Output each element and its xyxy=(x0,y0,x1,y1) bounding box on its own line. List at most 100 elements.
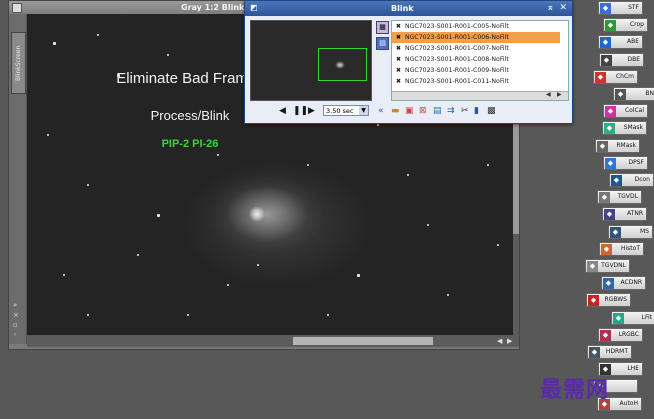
star xyxy=(377,124,379,126)
process-icon-dpsf[interactable]: ◆ DPSF xyxy=(603,155,648,170)
list-scroll-left-icon[interactable]: ◀ xyxy=(546,91,551,98)
process-icon-label: ACDNR xyxy=(620,279,642,287)
histogram-icon[interactable]: ▦ xyxy=(376,21,389,34)
process-icon-stf[interactable]: ◆ STF xyxy=(598,1,643,15)
process-icon-label: DPSF xyxy=(628,158,645,166)
file-list-row[interactable]: ✖ NGC7023-S001-R001-C011-NoFilt xyxy=(392,76,560,87)
chevron-down-icon[interactable]: ▼ xyxy=(359,106,368,115)
file-list-row[interactable]: ✖ NGC7023-S001-R001-C008-NoFilt xyxy=(392,54,560,65)
scroll-left-icon[interactable]: ◀ xyxy=(497,335,502,347)
process-icon-acdnr[interactable]: ◆ ACDNR xyxy=(601,276,646,291)
file-list-row[interactable]: ✖ NGC7023-S001-R001-C006-NoFilt xyxy=(392,32,560,43)
process-icon-smask[interactable]: ◆ SMask xyxy=(602,121,647,136)
process-icon-crop[interactable]: ◆ Crop xyxy=(603,18,648,33)
star xyxy=(97,34,99,36)
tgvdnl-icon: ◆ xyxy=(587,261,598,272)
window-menu-icon[interactable] xyxy=(12,3,22,13)
process-icon-label: HDRMT xyxy=(605,348,628,355)
star xyxy=(117,74,120,77)
file-list-row[interactable]: ✖ NGC7023-S001-R001-C009-NoFilt xyxy=(392,65,560,76)
view-tab-strip: BlinkScreen » × ▫ ◦ xyxy=(9,14,27,344)
process-icon-dcon[interactable]: ◆ Dcon xyxy=(609,173,654,187)
crop-icon[interactable]: ✂ xyxy=(461,105,469,117)
file-name: NGC7023-S001-R001-C011-NoFilt xyxy=(405,78,509,85)
process-icon-rmask[interactable]: ◆ RMask xyxy=(595,138,640,153)
file-checkbox-icon[interactable]: ✖ xyxy=(394,32,403,43)
star xyxy=(137,254,139,256)
process-icon-rgbws[interactable]: ◆ RGBWS xyxy=(586,293,631,308)
process-icon-histot[interactable]: ◆ HistoT xyxy=(599,241,644,256)
star xyxy=(47,134,49,136)
preview-viewport-rect[interactable] xyxy=(318,48,367,81)
file-checkbox-icon[interactable]: ✖ xyxy=(394,54,403,65)
process-icon-colcal[interactable]: ◆ ColCal xyxy=(603,104,648,119)
process-icon-bn[interactable]: ◆ BN xyxy=(613,87,654,101)
star xyxy=(227,284,229,286)
move-files-icon[interactable]: ⇉ xyxy=(447,105,455,117)
file-checkbox-icon[interactable]: ✖ xyxy=(394,76,403,87)
star xyxy=(357,274,360,277)
file-list[interactable]: ◀ ▶ ✖ NGC7023-S001-R001-C005-NoFilt ✖ NGC70… xyxy=(391,20,569,101)
open-folder-icon[interactable]: ▬ xyxy=(391,105,400,117)
process-icon-tgvdnl[interactable]: ◆ TGVDNL xyxy=(585,259,630,273)
video-icon[interactable]: ▩ xyxy=(487,105,496,117)
horizontal-scrollbar[interactable]: ◀ ▶ xyxy=(27,335,519,347)
horizontal-scroll-thumb[interactable] xyxy=(293,337,433,345)
file-checkbox-icon[interactable]: ✖ xyxy=(394,21,403,32)
process-icon-lfit[interactable]: ◆ LFit xyxy=(611,310,654,325)
process-icon-label: TGVDNL xyxy=(601,262,626,269)
next-frame-icon[interactable]: ▶ xyxy=(308,105,315,117)
pin-icon[interactable]: ⌅ xyxy=(546,1,554,16)
process-icon-hdrmt[interactable]: ◆ HDRMT xyxy=(587,345,632,359)
process-icon-tgvdl[interactable]: ◆ TGVDL xyxy=(597,190,642,205)
file-list-row[interactable]: ✖ NGC7023-S001-R001-C007-NoFilt xyxy=(392,43,560,54)
process-icon-chcm[interactable]: ◆ ChCm xyxy=(593,69,638,84)
blink-preview[interactable] xyxy=(250,20,372,101)
process-icon-label: ChCm xyxy=(615,72,634,80)
view-tab-label[interactable]: BlinkScreen xyxy=(11,32,26,94)
blink-window[interactable]: ◩ Blink ⌅ ✕ ▦ ▤ ◀ ▶ ✖ NGC7023-S001-R001-C… xyxy=(244,0,573,124)
process-icon-atnr[interactable]: ◆ ATNR xyxy=(602,207,647,222)
scroll-right-icon[interactable]: ▶ xyxy=(507,335,512,347)
file-name: NGC7023-S001-R001-C007-NoFilt xyxy=(405,45,509,52)
process-icon-dbe[interactable]: ◆ DBE xyxy=(599,52,644,67)
process-icon-abe[interactable]: ◆ ABE xyxy=(598,35,643,50)
file-checkbox-icon[interactable]: ✖ xyxy=(394,65,403,76)
star xyxy=(167,54,169,56)
mask-icon[interactable]: ◦ xyxy=(13,332,21,339)
process-icon-lrgbc[interactable]: ◆ LRGBC xyxy=(598,327,643,342)
star xyxy=(447,294,449,296)
add-files-icon[interactable]: ▣ xyxy=(405,105,414,117)
statistics-icon[interactable]: ▮ xyxy=(474,105,479,117)
speed-select[interactable]: 3.50 sec ▼ xyxy=(323,105,369,116)
file-list-hscroll[interactable]: ◀ ▶ xyxy=(392,91,568,100)
pause-icon[interactable]: ❚❚ xyxy=(293,105,308,117)
star xyxy=(407,174,409,176)
file-checkbox-icon[interactable]: ✖ xyxy=(394,43,403,54)
close-files-icon[interactable]: ⊠ xyxy=(419,105,427,117)
process-icon-label: ABE xyxy=(626,38,639,46)
save-icon[interactable]: ▤ xyxy=(433,105,442,117)
close-icon[interactable]: ✕ xyxy=(559,1,567,16)
file-list-row[interactable]: ✖ NGC7023-S001-R001-C005-NoFilt xyxy=(392,21,560,32)
lock-icon[interactable]: ▫ xyxy=(13,322,21,329)
speed-value: 3.50 sec xyxy=(326,107,354,115)
rewind-icon[interactable]: « xyxy=(378,105,384,117)
dpsf-icon: ◆ xyxy=(605,157,616,169)
process-icon-ms[interactable]: ◆ MS xyxy=(608,224,653,239)
previous-frame-icon[interactable]: ◀ xyxy=(279,105,286,117)
close-view-icon[interactable]: × xyxy=(13,312,21,319)
collapse-icon[interactable]: » xyxy=(13,302,21,309)
process-icon-label: AutoH xyxy=(619,399,638,407)
process-icon-label: Crop xyxy=(629,21,644,29)
star xyxy=(257,264,259,266)
process-icon-label: LHE xyxy=(627,365,639,373)
process-icon-label: MS xyxy=(640,227,649,235)
vertical-scroll-thumb[interactable] xyxy=(513,124,519,234)
process-icon-label: RMask xyxy=(616,141,636,149)
process-icon-label: SMask xyxy=(623,124,643,132)
stf-auto-icon[interactable]: ▤ xyxy=(376,37,389,50)
workspace: Gray 1:2 BlinkS BlinkScreen » × ▫ ◦ Elim… xyxy=(0,0,654,419)
list-scroll-right-icon[interactable]: ▶ xyxy=(557,91,562,98)
blink-titlebar[interactable]: ◩ Blink ⌅ ✕ xyxy=(245,1,572,16)
